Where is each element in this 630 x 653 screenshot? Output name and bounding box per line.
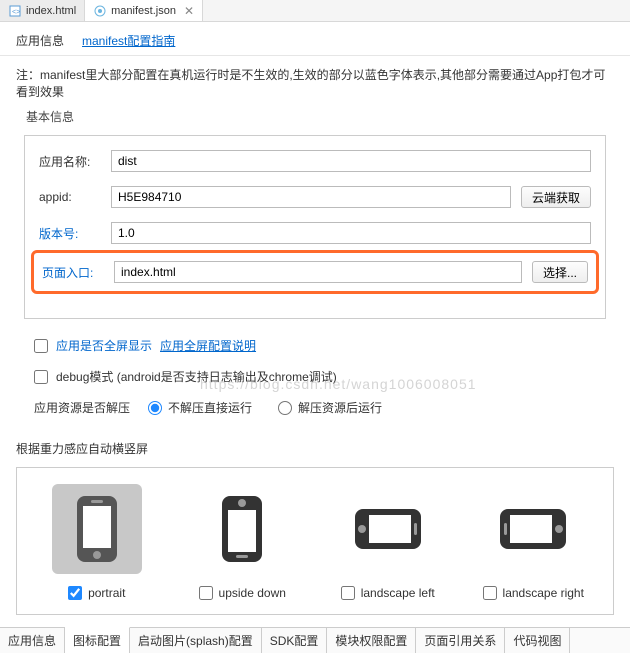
- fullscreen-config-link[interactable]: 应用全屏配置说明: [160, 337, 256, 354]
- bottom-tab-page-reference[interactable]: 页面引用关系: [416, 628, 505, 653]
- app-name-input[interactable]: [111, 150, 591, 172]
- landscape-left-icon: [343, 484, 433, 574]
- svg-text:<>: <>: [12, 9, 20, 16]
- select-button[interactable]: 选择...: [532, 261, 588, 283]
- entry-input[interactable]: [114, 261, 522, 283]
- entry-row: 页面入口: 选择...: [42, 261, 588, 283]
- debug-checkbox[interactable]: [34, 370, 48, 384]
- portrait-icon: [52, 484, 142, 574]
- orientation-section: 根据重力感应自动横竖屏 portrait upside down: [0, 440, 630, 627]
- note-text: 注：manifest里大部分配置在真机运行时是不生效的,生效的部分以蓝色字体表示…: [16, 66, 614, 100]
- html-file-icon: <>: [8, 4, 22, 18]
- version-input[interactable]: [111, 222, 591, 244]
- bottom-tab-sdk-config[interactable]: SDK配置: [262, 628, 328, 653]
- content-area: 注：manifest里大部分配置在真机运行时是不生效的,生效的部分以蓝色字体表示…: [0, 56, 630, 440]
- basic-info-group: 应用名称: appid: 云端获取 版本号: 页面入口: 选择...: [24, 135, 606, 319]
- orientation-portrait[interactable]: portrait: [27, 484, 167, 600]
- version-row: 版本号:: [39, 222, 591, 244]
- file-tab-manifest[interactable]: manifest.json ✕: [85, 0, 203, 21]
- app-name-row: 应用名称:: [39, 150, 591, 172]
- orientation-landscape-right[interactable]: landscape right: [464, 484, 604, 600]
- basic-info-title: 基本信息: [26, 108, 614, 125]
- landscape-right-checkbox[interactable]: [483, 586, 497, 600]
- orientation-landscape-left[interactable]: landscape left: [318, 484, 458, 600]
- manifest-guide-link[interactable]: manifest配置指南: [82, 30, 175, 51]
- inner-tab-bar: 应用信息 manifest配置指南: [0, 22, 630, 56]
- portrait-label: portrait: [88, 586, 125, 600]
- fullscreen-row: 应用是否全屏显示 应用全屏配置说明: [16, 337, 614, 354]
- bottom-tab-bar: 应用信息 图标配置 启动图片(splash)配置 SDK配置 模块权限配置 页面…: [0, 627, 630, 653]
- orientation-title: 根据重力感应自动横竖屏: [16, 440, 614, 457]
- resource-label: 应用资源是否解压: [34, 399, 130, 416]
- resource-row: 应用资源是否解压 不解压直接运行 解压资源后运行: [16, 399, 614, 416]
- file-tab-bar: <> index.html manifest.json ✕: [0, 0, 630, 22]
- landscape-right-icon: [488, 484, 578, 574]
- orientation-grid: portrait upside down landscape left: [16, 467, 614, 615]
- no-unzip-label: 不解压直接运行: [168, 399, 252, 416]
- appid-row: appid: 云端获取: [39, 186, 591, 208]
- unzip-label: 解压资源后运行: [298, 399, 382, 416]
- no-unzip-radio[interactable]: [148, 401, 162, 415]
- portrait-checkbox[interactable]: [68, 586, 82, 600]
- app-name-label: 应用名称:: [39, 153, 101, 170]
- appid-label: appid:: [39, 190, 101, 204]
- file-tab-label: index.html: [26, 5, 76, 17]
- upside-down-checkbox[interactable]: [199, 586, 213, 600]
- json-file-icon: [93, 4, 107, 18]
- file-tab-label: manifest.json: [111, 5, 176, 17]
- bottom-tab-icon-config[interactable]: 图标配置: [65, 627, 130, 653]
- fullscreen-label: 应用是否全屏显示: [56, 337, 152, 354]
- bottom-tab-app-info[interactable]: 应用信息: [0, 628, 65, 653]
- bottom-tab-code-view[interactable]: 代码视图: [505, 628, 570, 653]
- entry-highlight: 页面入口: 选择...: [31, 250, 599, 294]
- debug-row: debug模式 (android是否支持日志输出及chrome调试): [16, 368, 614, 385]
- landscape-right-label: landscape right: [503, 586, 584, 600]
- upside-down-icon: [197, 484, 287, 574]
- fullscreen-checkbox[interactable]: [34, 339, 48, 353]
- debug-label: debug模式 (android是否支持日志输出及chrome调试): [56, 368, 337, 385]
- tab-app-info[interactable]: 应用信息: [16, 30, 64, 51]
- version-label: 版本号:: [39, 225, 101, 242]
- landscape-left-checkbox[interactable]: [341, 586, 355, 600]
- bottom-tab-splash-config[interactable]: 启动图片(splash)配置: [130, 628, 262, 653]
- upside-down-label: upside down: [219, 586, 286, 600]
- cloud-fetch-button[interactable]: 云端获取: [521, 186, 591, 208]
- landscape-left-label: landscape left: [361, 586, 435, 600]
- file-tab-index[interactable]: <> index.html: [0, 0, 85, 21]
- close-icon[interactable]: ✕: [184, 4, 194, 18]
- entry-label: 页面入口:: [42, 264, 104, 281]
- bottom-tab-module-permission[interactable]: 模块权限配置: [327, 628, 416, 653]
- orientation-upside-down[interactable]: upside down: [173, 484, 313, 600]
- unzip-radio[interactable]: [278, 401, 292, 415]
- appid-input[interactable]: [111, 186, 511, 208]
